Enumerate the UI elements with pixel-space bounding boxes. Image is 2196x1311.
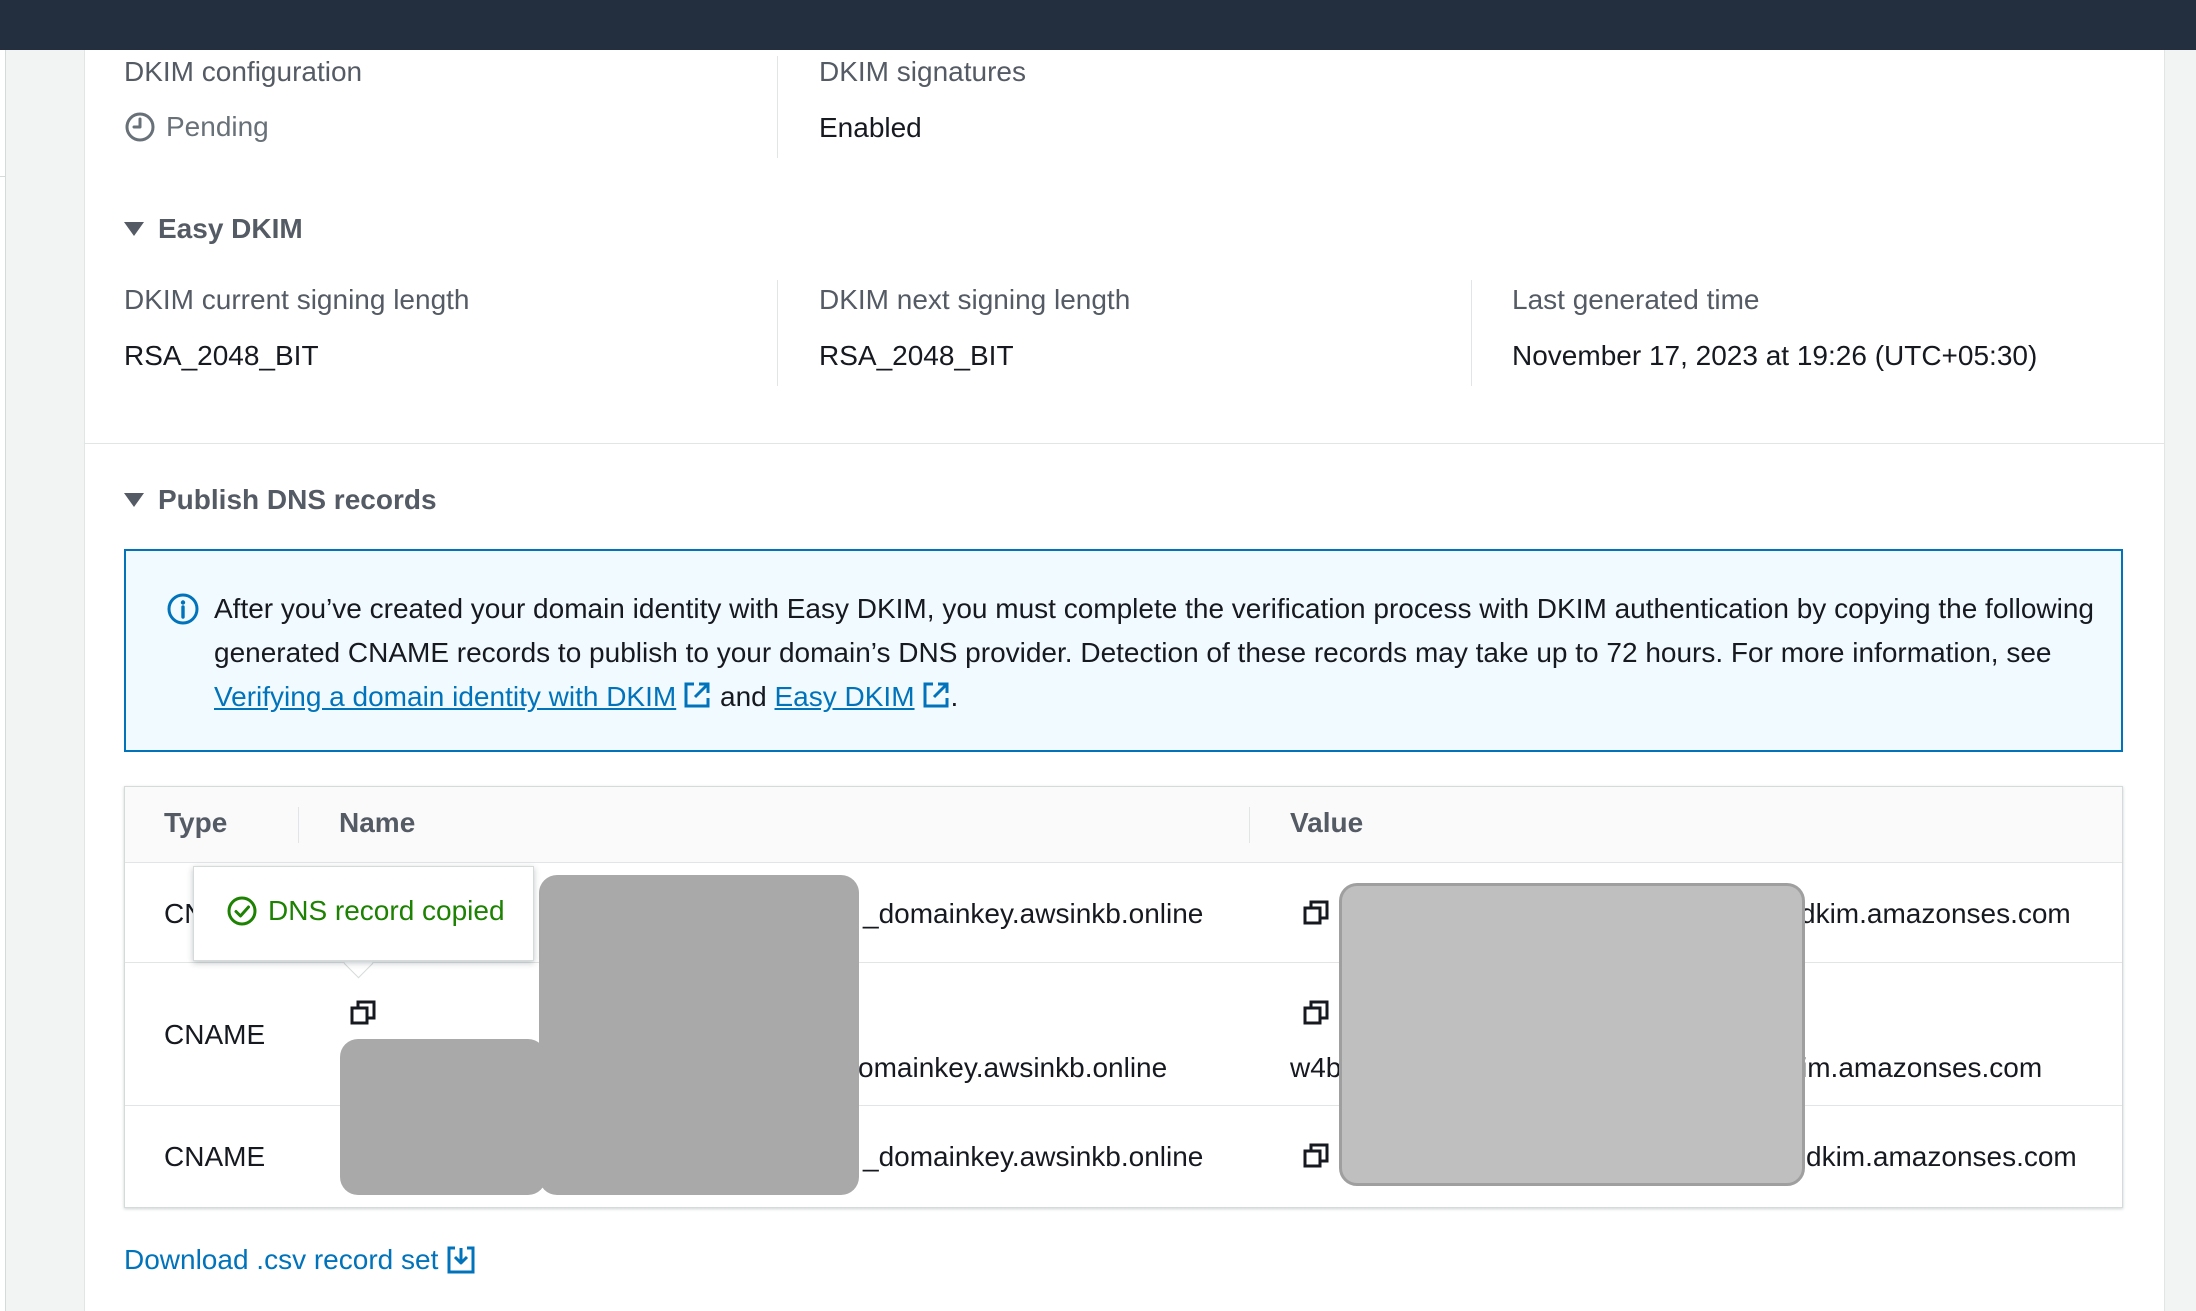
next-signing-length-value: RSA_2048_BIT bbox=[819, 340, 1014, 371]
section-divider bbox=[85, 443, 2164, 444]
download-csv-link[interactable]: Download .csv record set bbox=[124, 1244, 476, 1276]
column-header-value[interactable]: Value bbox=[1290, 807, 1363, 839]
info-icon bbox=[167, 593, 199, 625]
verifying-domain-link[interactable]: Verifying a domain identity with DKIM bbox=[214, 681, 676, 712]
row-3-value: dkim.amazonses.com bbox=[1806, 1141, 2077, 1172]
row-3-name: _domainkey.awsinkb.online bbox=[863, 1141, 1204, 1172]
row-2-value-prefix: w4b bbox=[1290, 1052, 1342, 1083]
caret-down-icon bbox=[124, 493, 144, 507]
dkim-signatures-label: DKIM signatures bbox=[819, 56, 1026, 87]
copied-popover: DNS record copied bbox=[193, 866, 534, 961]
download-csv-label: Download .csv record set bbox=[124, 1244, 439, 1275]
copied-text: DNS record copied bbox=[268, 895, 505, 926]
info-alert: After you’ve created your domain identit… bbox=[124, 549, 2123, 752]
info-text-before: After you’ve created your domain identit… bbox=[214, 593, 2095, 668]
current-signing-length-label: DKIM current signing length bbox=[124, 284, 470, 315]
easy-dkim-link[interactable]: Easy DKIM bbox=[775, 681, 915, 712]
table-header: Type Name Value bbox=[125, 787, 2122, 863]
caret-down-icon bbox=[124, 222, 144, 236]
easy-dkim-toggle[interactable]: Easy DKIM bbox=[124, 213, 303, 245]
last-generated-label: Last generated time bbox=[1512, 284, 1760, 315]
dns-records-table: Type Name Value CN _domainkey.awsinkb.on… bbox=[124, 786, 2123, 1208]
external-link-icon bbox=[684, 682, 710, 708]
copy-name-icon[interactable] bbox=[349, 999, 377, 1027]
info-text-between: and bbox=[712, 681, 775, 712]
column-resizer[interactable] bbox=[298, 807, 299, 843]
row-1-value: dkim.amazonses.com bbox=[1800, 898, 2071, 929]
redacted-name-block bbox=[539, 875, 859, 1195]
check-circle-icon bbox=[227, 896, 257, 926]
external-link-icon bbox=[923, 682, 949, 708]
current-signing-length-value: RSA_2048_BIT bbox=[124, 340, 319, 371]
info-message: After you’ve created your domain identit… bbox=[214, 587, 2094, 719]
copied-message: DNS record copied bbox=[226, 895, 505, 927]
dkim-configuration-label: DKIM configuration bbox=[124, 56, 363, 87]
publish-dns-title: Publish DNS records bbox=[158, 484, 437, 515]
redacted-value-block bbox=[1339, 883, 1805, 1186]
column-divider bbox=[777, 56, 778, 158]
top-navigation-bar bbox=[0, 0, 2196, 50]
publish-dns-toggle[interactable]: Publish DNS records bbox=[124, 484, 437, 516]
column-header-name[interactable]: Name bbox=[339, 807, 415, 839]
dkim-configuration-status-text: Pending bbox=[166, 111, 269, 142]
copy-value-icon[interactable] bbox=[1302, 999, 1330, 1027]
copy-value-icon[interactable] bbox=[1302, 899, 1330, 927]
row-2-name: omainkey.awsinkb.online bbox=[858, 1052, 1168, 1083]
clock-icon bbox=[125, 112, 155, 142]
row-1-name: _domainkey.awsinkb.online bbox=[863, 898, 1204, 929]
last-generated-value: November 17, 2023 at 19:26 (UTC+05:30) bbox=[1512, 340, 2038, 371]
easy-dkim-title: Easy DKIM bbox=[158, 213, 303, 244]
row-3-type: CNAME bbox=[164, 1141, 266, 1172]
download-icon bbox=[447, 1246, 475, 1274]
column-divider bbox=[1471, 280, 1472, 386]
next-signing-length-label: DKIM next signing length bbox=[819, 284, 1131, 315]
copy-value-icon[interactable] bbox=[1302, 1142, 1330, 1170]
row-divider bbox=[125, 962, 2122, 963]
column-header-type[interactable]: Type bbox=[164, 807, 227, 839]
side-navigation-edge bbox=[0, 50, 6, 1311]
row-2-value: im.amazonses.com bbox=[1801, 1052, 2043, 1083]
info-text-after: . bbox=[950, 681, 959, 712]
dkim-signatures-value: Enabled bbox=[819, 112, 922, 143]
redacted-name-block bbox=[340, 1039, 546, 1195]
row-2-type: CNAME bbox=[164, 1019, 266, 1050]
column-resizer[interactable] bbox=[1249, 807, 1250, 843]
dkim-configuration-status: Pending bbox=[124, 111, 269, 143]
side-navigation-divider bbox=[0, 176, 6, 177]
column-divider bbox=[777, 280, 778, 386]
